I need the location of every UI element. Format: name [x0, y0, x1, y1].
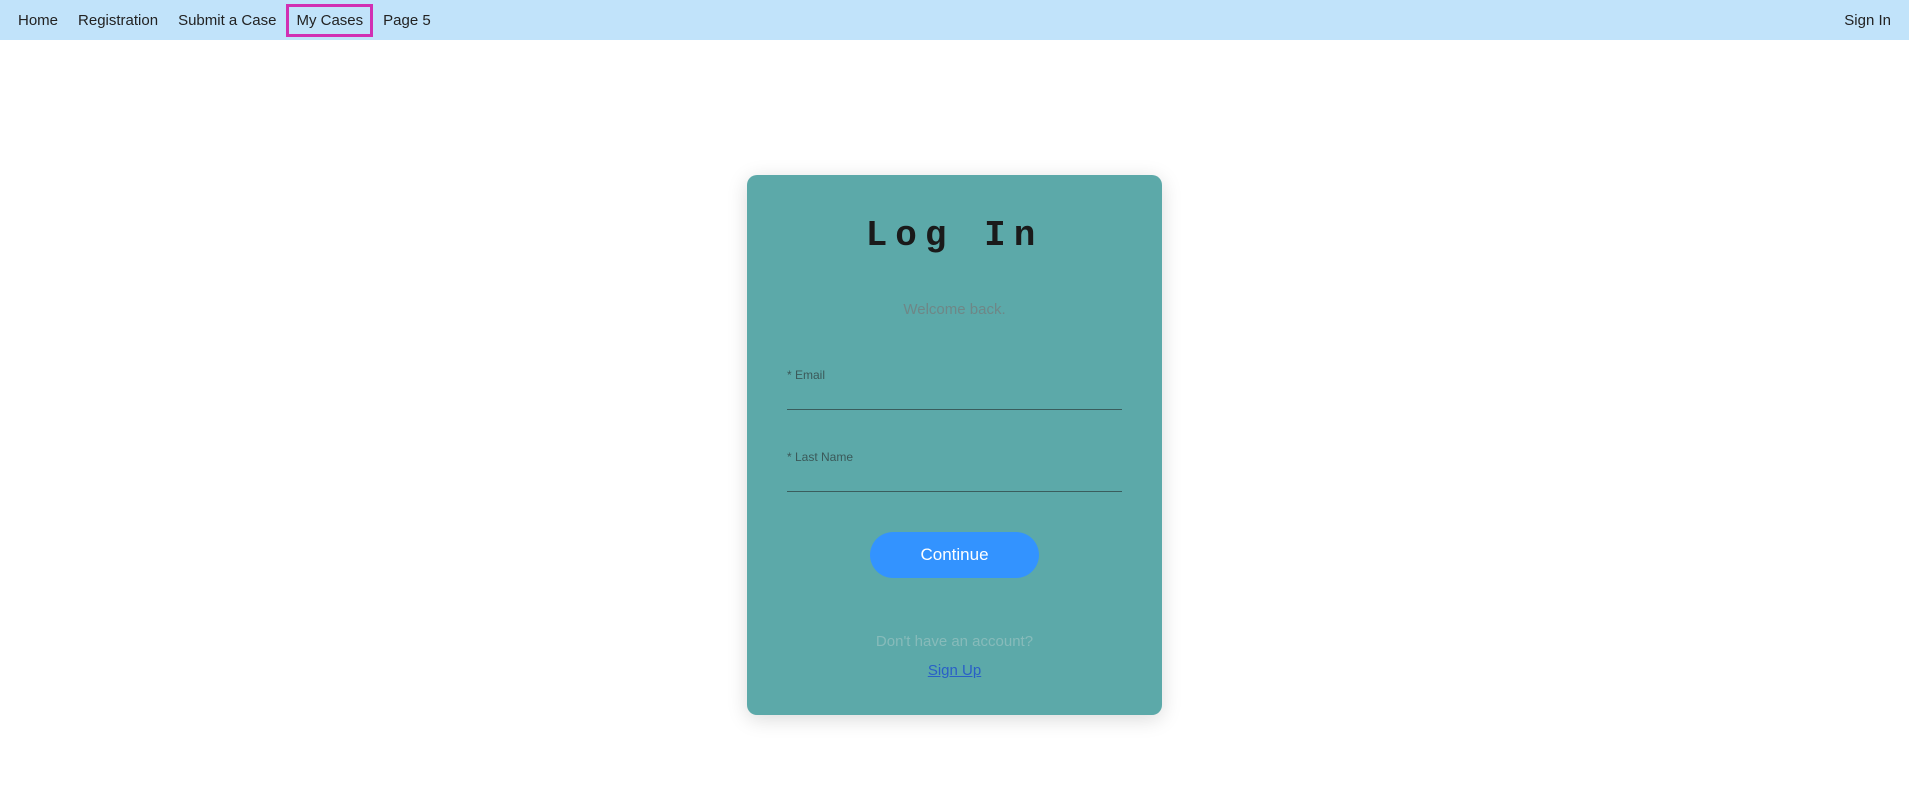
signup-prompt: Don't have an account?	[787, 633, 1122, 650]
lastname-label: * Last Name	[787, 450, 1122, 464]
navbar: Home Registration Submit a Case My Cases…	[0, 0, 1909, 40]
email-field[interactable]	[787, 386, 1122, 410]
continue-button[interactable]: Continue	[870, 532, 1038, 578]
signup-section: Don't have an account? Sign Up	[787, 633, 1122, 680]
nav-item-my-cases[interactable]: My Cases	[286, 4, 373, 37]
lastname-field[interactable]	[787, 468, 1122, 492]
login-subtitle: Welcome back.	[787, 301, 1122, 318]
nav-sign-in[interactable]: Sign In	[1834, 4, 1901, 37]
signup-link[interactable]: Sign Up	[928, 662, 981, 679]
nav-item-home[interactable]: Home	[8, 4, 68, 37]
login-title: Log In	[787, 215, 1122, 256]
nav-right: Sign In	[1834, 4, 1901, 37]
nav-left: Home Registration Submit a Case My Cases…	[8, 4, 441, 37]
lastname-group: * Last Name	[787, 450, 1122, 492]
nav-item-page-5[interactable]: Page 5	[373, 4, 441, 37]
login-card: Log In Welcome back. * Email * Last Name…	[747, 175, 1162, 715]
main-content: Log In Welcome back. * Email * Last Name…	[0, 40, 1909, 715]
email-label: * Email	[787, 368, 1122, 382]
nav-item-submit-case[interactable]: Submit a Case	[168, 4, 286, 37]
email-group: * Email	[787, 368, 1122, 410]
nav-item-registration[interactable]: Registration	[68, 4, 168, 37]
